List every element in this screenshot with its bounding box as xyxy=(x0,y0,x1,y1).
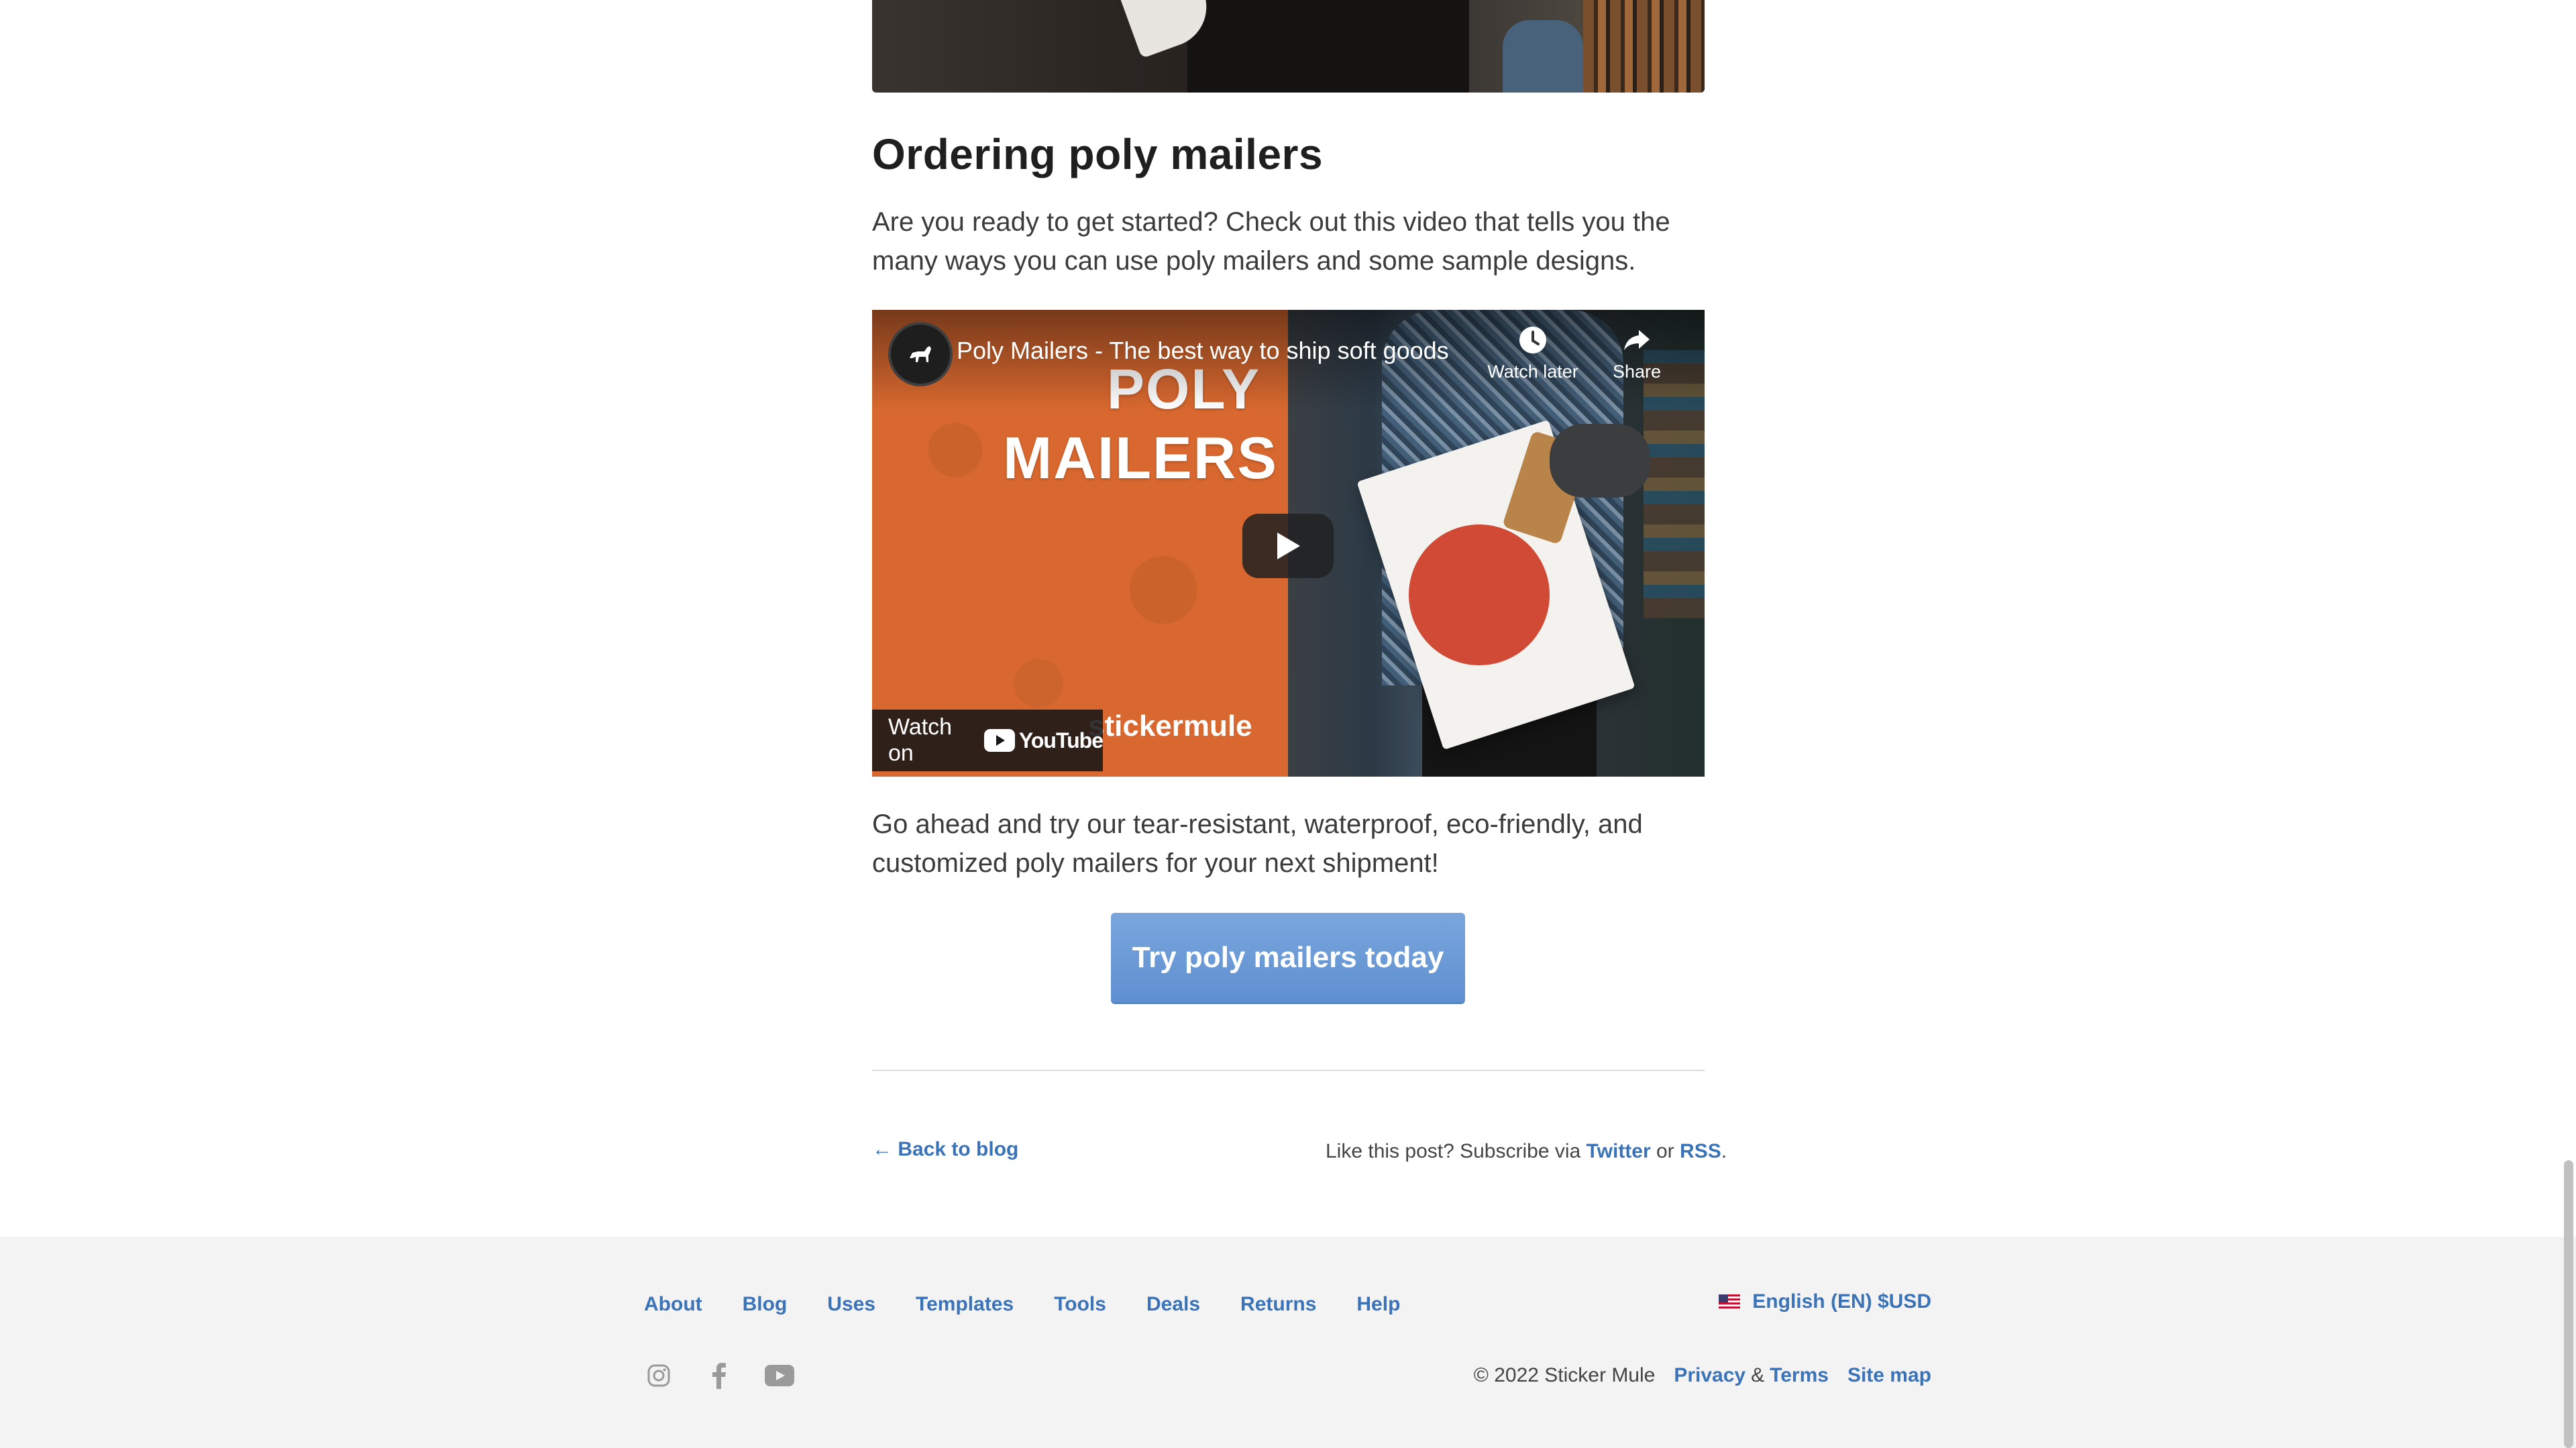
video-title[interactable]: Poly Mailers - The best way to ship soft… xyxy=(957,337,1449,365)
try-poly-mailers-button[interactable]: Try poly mailers today xyxy=(1111,913,1465,1003)
share-icon xyxy=(1624,330,1650,350)
footer-link-about[interactable]: About xyxy=(644,1293,702,1316)
goat-icon xyxy=(910,346,931,362)
youtube-wordmark: YouTube xyxy=(1018,728,1104,753)
facebook-icon[interactable] xyxy=(704,1361,734,1390)
thumbnail-brand: stickermule xyxy=(1088,710,1252,742)
ampersand-text: & xyxy=(1751,1364,1765,1386)
footer-link-deals[interactable]: Deals xyxy=(1146,1293,1200,1316)
clock-icon xyxy=(1519,327,1546,353)
divider xyxy=(872,1070,1705,1071)
copyright-text: © 2022 Sticker Mule xyxy=(1473,1364,1656,1386)
thumbnail-text-mailers: MAILERS xyxy=(1003,425,1278,491)
youtube-icon[interactable] xyxy=(765,1361,794,1390)
watch-on-youtube-button[interactable]: Watch on YouTube xyxy=(872,710,1104,771)
site-footer: About Blog Uses Templates Tools Deals Re… xyxy=(0,1237,2576,1448)
scrollbar-thumb[interactable] xyxy=(2564,1160,2573,1448)
subscribe-line: Like this post? Subscribe via Twitter or… xyxy=(1326,1140,1727,1163)
footer-link-templates[interactable]: Templates xyxy=(916,1293,1014,1316)
youtube-logo: YouTube xyxy=(983,728,1104,753)
intro-paragraph: Are you ready to get started? Check out … xyxy=(872,207,1670,276)
footer-nav: About Blog Uses Templates Tools Deals Re… xyxy=(644,1293,1440,1316)
period-text: . xyxy=(1721,1140,1727,1162)
site-map-link[interactable]: Site map xyxy=(1847,1364,1931,1387)
back-to-blog-link[interactable]: ← Back to blog xyxy=(872,1138,1018,1161)
rss-link[interactable]: RSS xyxy=(1680,1140,1721,1162)
footer-link-help[interactable]: Help xyxy=(1356,1293,1400,1316)
share-button[interactable]: Share xyxy=(1597,325,1677,382)
footer-link-uses[interactable]: Uses xyxy=(827,1293,875,1316)
footer-legal: © 2022 Sticker Mule Privacy & Terms Site… xyxy=(1474,1364,1931,1387)
subscribe-prefix: Like this post? Subscribe via xyxy=(1326,1140,1581,1162)
play-button[interactable] xyxy=(1242,514,1334,578)
terms-link[interactable]: Terms xyxy=(1770,1364,1829,1387)
play-icon xyxy=(1277,533,1300,559)
channel-avatar[interactable] xyxy=(888,322,953,386)
youtube-play-logo-icon xyxy=(983,729,1015,752)
instagram-icon[interactable] xyxy=(644,1361,674,1390)
locale-label: English (EN) $USD xyxy=(1752,1290,1931,1313)
youtube-video-embed[interactable]: POLY MAILERS stickermule Poly Mailers - … xyxy=(872,310,1705,777)
locale-selector[interactable]: English (EN) $USD xyxy=(1719,1290,1931,1313)
watch-later-button[interactable]: Watch later xyxy=(1483,325,1583,382)
watch-on-label: Watch on xyxy=(888,714,953,766)
article-hero-image xyxy=(872,0,1705,93)
twitter-link[interactable]: Twitter xyxy=(1587,1140,1651,1162)
footer-link-returns[interactable]: Returns xyxy=(1240,1293,1316,1316)
closing-paragraph: Go ahead and try our tear-resistant, wat… xyxy=(872,810,1643,878)
footer-link-blog[interactable]: Blog xyxy=(743,1293,788,1316)
social-links xyxy=(644,1361,794,1390)
privacy-link[interactable]: Privacy xyxy=(1674,1364,1746,1387)
or-text: or xyxy=(1656,1140,1674,1162)
share-label: Share xyxy=(1612,361,1662,382)
footer-link-tools[interactable]: Tools xyxy=(1054,1293,1106,1316)
us-flag-icon xyxy=(1719,1294,1741,1309)
watch-later-label: Watch later xyxy=(1487,361,1578,382)
section-title: Ordering poly mailers xyxy=(872,130,1324,178)
